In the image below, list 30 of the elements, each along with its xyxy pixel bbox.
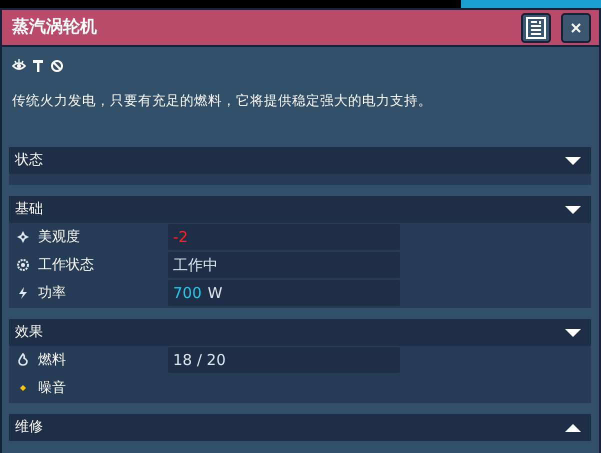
document-button[interactable] [521, 12, 551, 42]
gear-icon [16, 258, 30, 272]
close-button[interactable] [561, 12, 591, 42]
collapse-triangle-icon [563, 154, 583, 166]
section-header[interactable]: 基础 [9, 196, 591, 223]
property-value: 工作中 [168, 252, 400, 278]
collapse-triangle-icon [563, 326, 583, 338]
close-icon [571, 22, 581, 32]
window-title: 蒸汽涡轮机 [12, 16, 98, 39]
description: 传统火力发电，只要有充足的燃料，它将提供稳定强大的电力支持。 [11, 92, 433, 111]
collapse-triangle-icon [563, 204, 583, 216]
section-header[interactable]: 状态 [9, 147, 591, 174]
property-label: 燃料 [38, 350, 67, 370]
expand-triangle-icon [563, 422, 583, 434]
property-value: 700 W [168, 280, 400, 306]
property-label: 功率 [38, 284, 67, 302]
eye-icon [12, 59, 26, 73]
lightning-icon [16, 286, 30, 300]
section-header[interactable]: 维修 [9, 414, 591, 441]
section-header[interactable]: 效果 [9, 319, 591, 346]
property-label: 美观度 [38, 228, 81, 246]
property-label: 噪音 [38, 378, 67, 398]
hammer-icon [31, 59, 45, 73]
forbidden-icon [50, 59, 64, 73]
property-value: 18 / 20 [168, 347, 400, 373]
document-icon [526, 16, 546, 38]
flame-icon [16, 353, 30, 367]
sparkle-icon [16, 230, 30, 244]
property-label: 工作状态 [38, 256, 95, 274]
property-value: -2 [168, 224, 400, 250]
